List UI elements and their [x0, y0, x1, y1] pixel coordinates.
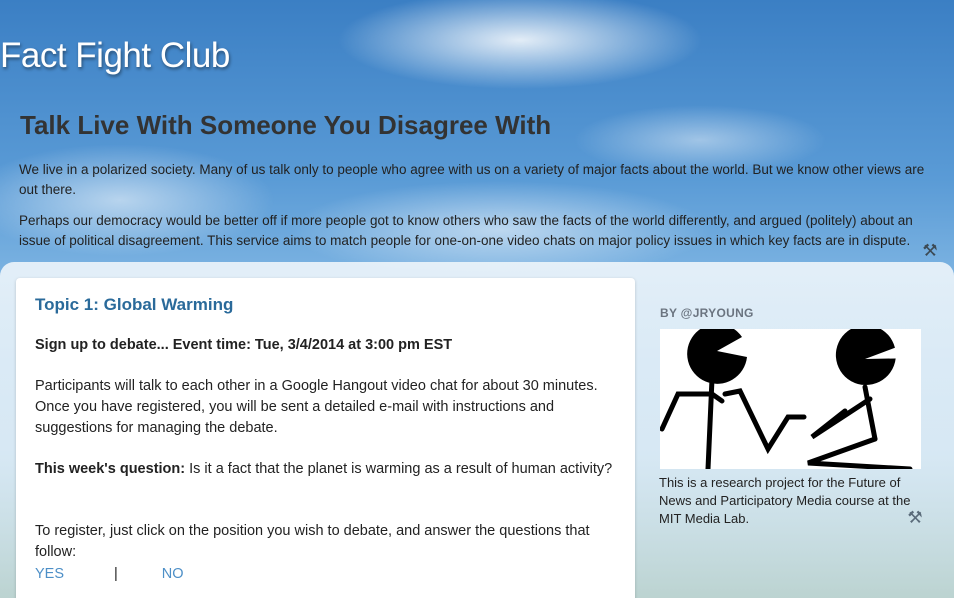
link-separator: |	[114, 566, 118, 582]
question-label: This week's question:	[35, 461, 186, 477]
stick-figures-drawing	[659, 323, 913, 472]
weekly-question: This week's question: Is it a fact that …	[35, 459, 625, 480]
sidebar-caption: This is a research project for the Futur…	[659, 475, 911, 526]
description-title: Talk Live With Someone You Disagree With	[20, 110, 552, 140]
wrench-screwdriver-icon[interactable]: ⚒	[920, 241, 940, 261]
signup-text: Sign up to debate... Event time: Tue, 3/…	[35, 337, 453, 353]
description-paragraph-2: Perhaps our democracy would be better of…	[19, 213, 913, 248]
sidebar-heading: BY @JRYOUNG	[660, 306, 754, 320]
question-text: Is it a fact that the planet is warming …	[185, 461, 613, 477]
post-title[interactable]: Topic 1: Global Warming	[35, 295, 233, 315]
blog-title[interactable]: Fact Fight Club	[0, 36, 230, 76]
no-link[interactable]: NO	[162, 566, 184, 582]
position-links: YES | NO	[35, 564, 184, 584]
stick-figures-image	[659, 323, 921, 472]
yes-link[interactable]: YES	[35, 566, 64, 582]
wrench-screwdriver-icon[interactable]: ⚒	[905, 508, 925, 528]
description-paragraph-1: We live in a polarized society. Many of …	[19, 162, 925, 197]
register-instructions: To register, just click on the position …	[35, 523, 590, 560]
participants-text: Participants will talk to each other in …	[35, 378, 598, 436]
